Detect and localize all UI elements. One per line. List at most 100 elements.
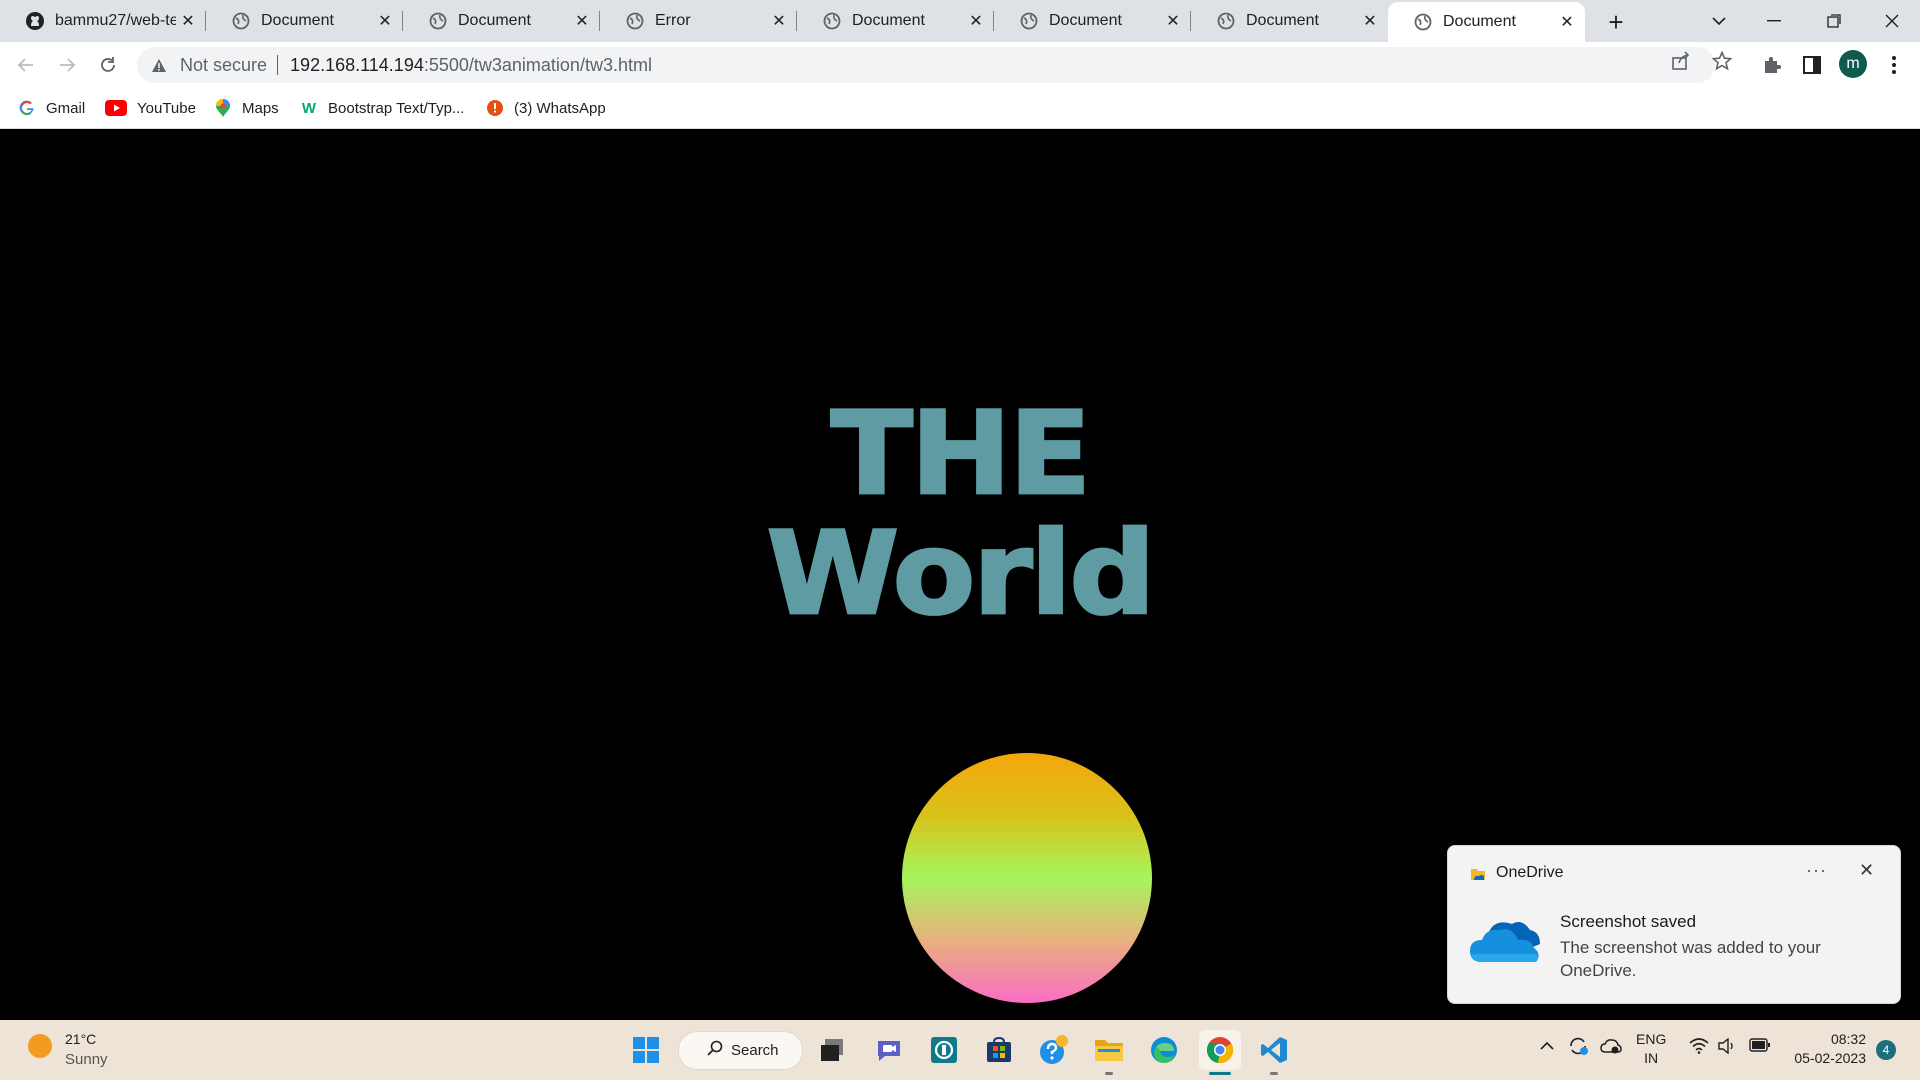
- tab-document-2[interactable]: Document ✕: [403, 0, 600, 42]
- lang-primary: ENG: [1636, 1031, 1667, 1047]
- battery-icon[interactable]: [1749, 1038, 1771, 1056]
- heading-line-world: World: [765, 508, 1157, 641]
- tab-title: Document: [1246, 12, 1319, 29]
- language-indicator[interactable]: ENG IN: [1636, 1030, 1666, 1068]
- globe-icon: [625, 11, 645, 31]
- heading-line-the: THE: [829, 388, 1092, 521]
- browser-toolbar: Not secure 192.168.114.194:5500/tw3anima…: [0, 42, 1920, 88]
- bookmark-whatsapp[interactable]: (3) WhatsApp: [486, 96, 606, 120]
- tab-document-3[interactable]: Document ✕: [797, 0, 994, 42]
- notification-badge[interactable]: 4: [1876, 1040, 1896, 1060]
- close-tab-icon[interactable]: ✕: [570, 9, 594, 33]
- close-window-button[interactable]: [1864, 0, 1920, 42]
- tab-document-5[interactable]: Document ✕: [1191, 0, 1388, 42]
- profile-avatar[interactable]: m: [1839, 50, 1867, 78]
- menu-kebab-icon[interactable]: [1883, 54, 1905, 76]
- bookmark-bootstrap[interactable]: W Bootstrap Text/Typ...: [300, 96, 465, 120]
- start-icon[interactable]: [630, 1034, 662, 1066]
- bookmark-star-icon[interactable]: [1712, 51, 1732, 71]
- divider: [277, 55, 279, 75]
- vscode-icon[interactable]: [1258, 1034, 1290, 1066]
- reload-button[interactable]: [92, 49, 124, 81]
- weather-temperature[interactable]: 21°C: [65, 1031, 96, 1047]
- windows-taskbar: 21°C Sunny Search ENG IN 08:32 05-02-202…: [0, 1020, 1920, 1080]
- tab-search-icon[interactable]: [1691, 0, 1747, 42]
- close-tab-icon[interactable]: ✕: [1161, 9, 1185, 33]
- side-panel-icon[interactable]: [1801, 54, 1823, 76]
- tab-document-1[interactable]: Document ✕: [206, 0, 403, 42]
- globe-icon: [822, 11, 842, 31]
- tab-title: Document: [458, 12, 531, 29]
- running-indicator: [1270, 1072, 1278, 1075]
- maps-icon: [214, 99, 232, 117]
- app-icon-teal[interactable]: [928, 1034, 960, 1066]
- tab-document-4[interactable]: Document ✕: [994, 0, 1191, 42]
- close-tab-icon[interactable]: ✕: [767, 9, 791, 33]
- toast-app-name: OneDrive: [1496, 864, 1564, 881]
- google-icon: [18, 99, 36, 117]
- tab-title: bammu27/web-te: [55, 12, 176, 29]
- running-indicator: [1105, 1072, 1113, 1075]
- tab-title: Document: [1049, 12, 1122, 29]
- new-tab-button[interactable]: +: [1598, 4, 1634, 40]
- file-explorer-icon[interactable]: [1093, 1034, 1125, 1066]
- sun-icon[interactable]: [28, 1034, 52, 1058]
- url-path: :5500/tw3animation/tw3.html: [423, 54, 652, 75]
- bookmark-gmail[interactable]: Gmail: [18, 96, 85, 120]
- bookmark-youtube[interactable]: YouTube: [105, 96, 196, 120]
- restore-button[interactable]: [1806, 0, 1862, 42]
- youtube-icon: [105, 99, 127, 117]
- back-button[interactable]: [10, 49, 42, 81]
- microsoft-store-icon[interactable]: [983, 1034, 1015, 1066]
- get-help-icon[interactable]: [1038, 1034, 1070, 1066]
- github-icon: [25, 11, 45, 31]
- close-icon[interactable]: ✕: [1859, 860, 1874, 881]
- close-tab-icon[interactable]: ✕: [1555, 10, 1579, 34]
- close-tab-icon[interactable]: ✕: [176, 9, 200, 33]
- onedrive-tray-icon[interactable]: [1600, 1037, 1622, 1059]
- address-bar[interactable]: Not secure 192.168.114.194:5500/tw3anima…: [137, 47, 1715, 83]
- chrome-icon[interactable]: [1199, 1030, 1241, 1070]
- task-view-icon[interactable]: [816, 1034, 848, 1066]
- globe-icon: [1216, 11, 1236, 31]
- tab-error[interactable]: Error ✕: [600, 0, 797, 42]
- globe-icon: [428, 11, 448, 31]
- tab-github[interactable]: bammu27/web-te ✕: [0, 0, 206, 42]
- tab-title: Error: [655, 12, 691, 29]
- taskbar-search[interactable]: Search: [678, 1031, 803, 1070]
- teams-chat-icon[interactable]: [873, 1034, 905, 1066]
- bookmark-label: (3) WhatsApp: [514, 99, 606, 117]
- tab-title: Document: [852, 12, 925, 29]
- bookmarks-bar: Gmail YouTube Maps W Bootstrap Text/Typ.…: [0, 88, 1920, 129]
- tab-document-active[interactable]: Document ✕: [1388, 2, 1585, 42]
- warning-icon[interactable]: [150, 56, 168, 74]
- toast-body: The screenshot was added to your OneDriv…: [1560, 938, 1821, 980]
- extensions-icon[interactable]: [1761, 54, 1783, 76]
- close-tab-icon[interactable]: ✕: [964, 9, 988, 33]
- globe-icon: [1413, 12, 1433, 32]
- url-text[interactable]: 192.168.114.194:5500/tw3animation/tw3.ht…: [290, 55, 652, 76]
- bookmark-maps[interactable]: Maps: [214, 96, 279, 120]
- close-tab-icon[interactable]: ✕: [1358, 9, 1382, 33]
- more-options-icon[interactable]: ···: [1806, 860, 1827, 881]
- minimize-button[interactable]: [1746, 0, 1802, 42]
- edge-icon[interactable]: [1148, 1034, 1180, 1066]
- share-icon[interactable]: [1671, 51, 1691, 71]
- weather-description[interactable]: Sunny: [65, 1051, 108, 1068]
- sync-icon[interactable]: [1568, 1036, 1590, 1060]
- globe-icon: [231, 11, 251, 31]
- close-tab-icon[interactable]: ✕: [373, 9, 397, 33]
- forward-button[interactable]: [51, 49, 83, 81]
- onedrive-notification[interactable]: OneDrive ··· ✕ Screenshot saved The scre…: [1447, 845, 1901, 1004]
- tab-strip: bammu27/web-te ✕ Document ✕ Document ✕ E…: [0, 0, 1920, 42]
- chevron-up-icon[interactable]: [1539, 1038, 1555, 1055]
- clock[interactable]: 08:32 05-02-2023: [1786, 1030, 1866, 1068]
- lang-region: IN: [1644, 1050, 1659, 1066]
- wifi-icon[interactable]: [1689, 1038, 1709, 1058]
- tab-title: Document: [1443, 13, 1516, 30]
- volume-icon[interactable]: [1718, 1037, 1738, 1058]
- bookmark-label: Maps: [242, 99, 279, 117]
- w3schools-icon: W: [301, 99, 317, 117]
- whatsapp-icon: [486, 99, 504, 117]
- security-label[interactable]: Not secure: [180, 55, 267, 76]
